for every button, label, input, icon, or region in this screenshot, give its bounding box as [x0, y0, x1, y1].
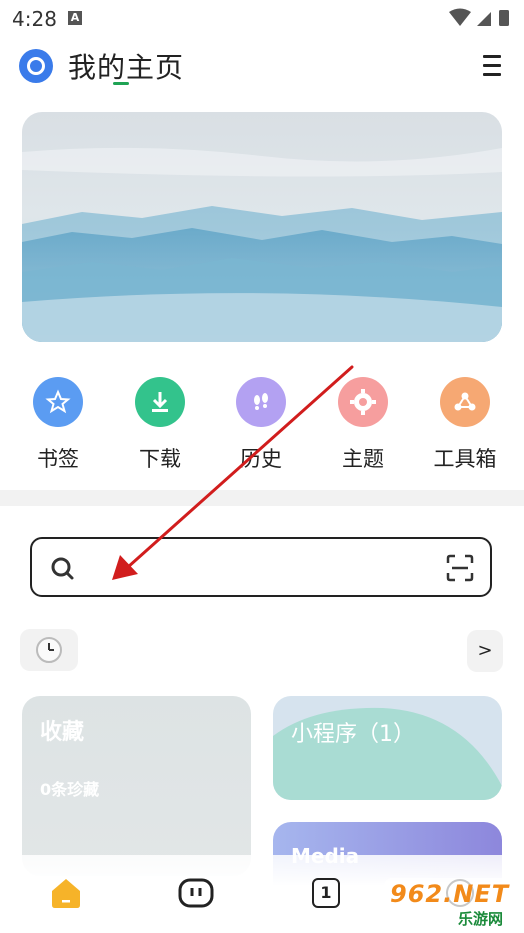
wifi-icon: [449, 8, 471, 26]
quick-action-theme[interactable]: 主题: [323, 377, 403, 473]
app-logo: [19, 49, 53, 83]
mini-programs-title: 小程序（1）: [291, 722, 415, 747]
quick-action-label: 书签: [37, 447, 79, 471]
more-button[interactable]: >: [467, 630, 503, 672]
mountain-landscape-image: [22, 112, 502, 342]
status-time: 4:28: [12, 7, 57, 31]
search-box[interactable]: [30, 537, 492, 597]
history-clock-button[interactable]: [20, 629, 78, 671]
star-icon: [33, 377, 83, 427]
watermark-brand: 962.NET: [390, 880, 510, 908]
watermark-logo: 962.NET 乐游网: [384, 878, 520, 930]
menu-button[interactable]: [483, 53, 505, 79]
quick-action-label: 历史: [240, 447, 282, 471]
tabs-button[interactable]: 1: [312, 878, 340, 908]
clock-icon: [36, 637, 62, 663]
quick-action-history[interactable]: 历史: [221, 377, 301, 473]
card-decoration: [273, 707, 502, 800]
battery-icon: [499, 10, 509, 26]
wallpaper-banner[interactable]: [22, 112, 502, 342]
favorites-count: 0条珍藏: [40, 780, 100, 799]
quick-action-label: 主题: [342, 447, 384, 471]
scan-icon[interactable]: [446, 554, 474, 582]
search-input[interactable]: [94, 551, 428, 585]
quick-action-bookmarks[interactable]: 书签: [18, 377, 98, 473]
toolbox-icon: [440, 377, 490, 427]
page-title: 我的主页: [68, 51, 185, 84]
favorites-title: 收藏: [40, 720, 85, 745]
assistant-icon[interactable]: [178, 877, 214, 909]
notification-icon: A: [68, 11, 82, 25]
signal-icon: [477, 12, 491, 26]
section-divider: [0, 490, 524, 506]
quick-action-toolbox[interactable]: 工具箱: [425, 377, 505, 473]
quick-action-label: 工具箱: [433, 447, 497, 471]
status-bar: 4:28 A: [0, 0, 524, 36]
mini-programs-card[interactable]: 小程序（1）: [273, 696, 502, 800]
favorites-card[interactable]: 收藏 0条珍藏: [22, 696, 251, 876]
status-icons: [449, 8, 509, 26]
watermark-sub: 乐游网: [458, 910, 504, 928]
search-icon: [51, 557, 74, 580]
footprints-icon: [236, 377, 286, 427]
download-icon: [135, 377, 185, 427]
title-underline: [113, 82, 129, 85]
home-icon[interactable]: [48, 875, 84, 911]
quick-action-downloads[interactable]: 下载: [120, 377, 200, 473]
quick-action-label: 下载: [139, 447, 181, 471]
gear-icon: [338, 377, 388, 427]
